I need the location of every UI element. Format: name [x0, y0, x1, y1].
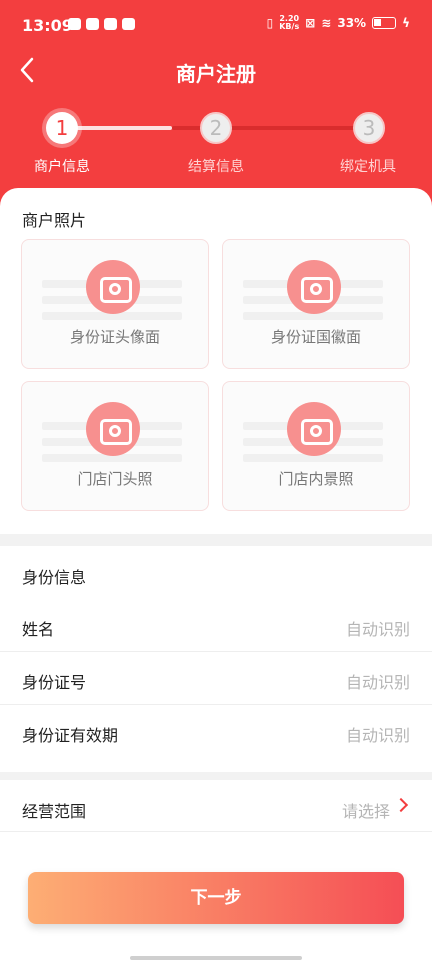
sim-icon: ⊠ [305, 16, 316, 30]
id-back-upload[interactable]: 身份证国徽面 [222, 239, 410, 369]
id-number-row[interactable]: 身份证号 自动识别 [0, 653, 432, 705]
id-front-upload[interactable]: 身份证头像面 [21, 239, 209, 369]
mail-icon [68, 18, 81, 30]
id-validity-label: 身份证有效期 [22, 726, 119, 745]
step-progress-done [62, 126, 172, 130]
business-scope-row[interactable]: 经营范围 请选择 [0, 780, 432, 832]
message-icon [104, 18, 117, 30]
business-card: 经营范围 请选择 下一步 [0, 780, 432, 964]
name-row[interactable]: 姓名 自动识别 [0, 600, 432, 652]
id-number-value: 自动识别 [345, 673, 410, 692]
storefront-caption: 门店门头照 [77, 470, 153, 488]
step-3-label: 绑定机具 [340, 159, 396, 175]
id-back-caption: 身份证国徽面 [270, 328, 361, 346]
page-title: 商户注册 [176, 62, 256, 86]
battery-percent: 33% [337, 16, 367, 30]
identity-title: 身份信息 [22, 568, 87, 587]
charging-icon: ϟ [402, 16, 410, 30]
identity-card: 身份信息 姓名 自动识别 身份证号 自动识别 身份证有效期 自动识别 [0, 546, 432, 772]
camera-icon [86, 260, 140, 314]
id-front-caption: 身份证头像面 [69, 328, 160, 346]
wechat-icon [122, 18, 135, 30]
status-bar: 13:09 ▯ 2.20 KB/s ⊠ ≋ 33% ϟ [0, 0, 432, 50]
step-1-dot: 1 [46, 112, 78, 144]
step-2-dot: 2 [200, 112, 232, 144]
business-scope-placeholder: 请选择 [341, 802, 390, 821]
id-number-label: 身份证号 [22, 673, 87, 692]
check-icon [86, 18, 99, 30]
store-interior-caption: 门店内景照 [278, 470, 354, 488]
id-validity-value: 自动识别 [345, 726, 410, 745]
speed-unit: KB/s [279, 22, 300, 31]
status-time: 13:09 [22, 16, 73, 35]
step-1-label: 商户信息 [34, 159, 90, 175]
step-3-dot: 3 [353, 112, 385, 144]
wifi-icon: ≋ [321, 16, 332, 30]
camera-icon [287, 402, 341, 456]
step-indicator: 1 2 3 商户信息 结算信息 绑定机具 [0, 108, 432, 178]
id-validity-row[interactable]: 身份证有效期 自动识别 [0, 706, 432, 758]
network-speed: 2.20 KB/s [279, 15, 299, 31]
chevron-right-icon [393, 797, 409, 813]
store-interior-upload[interactable]: 门店内景照 [222, 381, 410, 511]
notification-icons [68, 18, 135, 30]
name-label: 姓名 [22, 620, 55, 639]
next-step-button[interactable]: 下一步 [28, 872, 404, 924]
battery-icon [372, 17, 397, 29]
vibrate-icon: ▯ [266, 16, 274, 30]
camera-icon [287, 260, 341, 314]
step-2-label: 结算信息 [188, 159, 244, 175]
status-right: ▯ 2.20 KB/s ⊠ ≋ 33% ϟ [267, 15, 410, 31]
home-indicator[interactable] [130, 956, 302, 960]
business-scope-label: 经营范围 [22, 802, 87, 821]
merchant-photos-title: 商户照片 [22, 211, 87, 230]
name-value: 自动识别 [345, 620, 410, 639]
storefront-upload[interactable]: 门店门头照 [21, 381, 209, 511]
camera-icon [86, 402, 140, 456]
merchant-photos-card: 商户照片 身份证头像面 身份证国徽面 门店门头照 门店内景照 [0, 188, 432, 534]
